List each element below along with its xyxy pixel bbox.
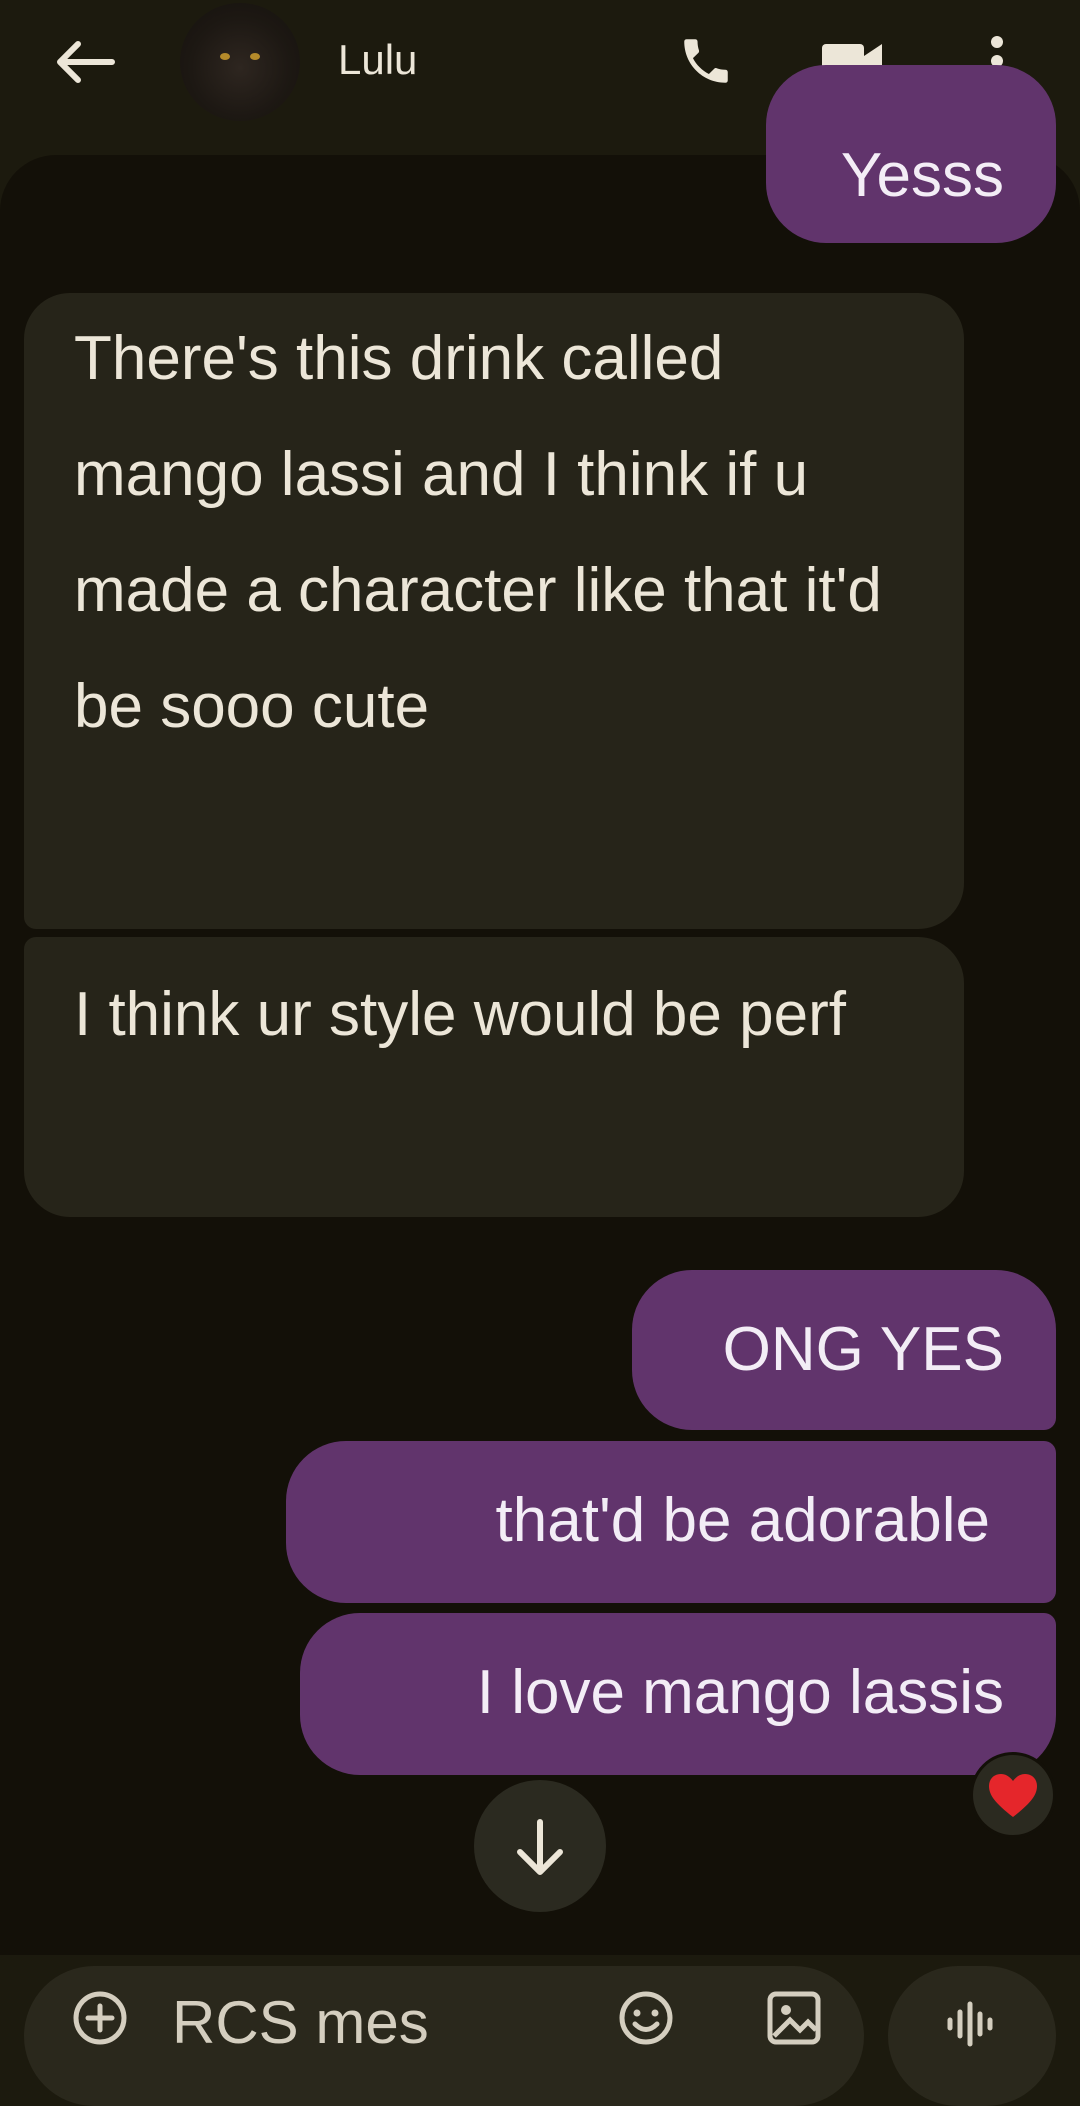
message-text: There's this drink called mango lassi an… <box>74 324 882 741</box>
contact-name[interactable]: Lulu <box>338 36 417 84</box>
message-input[interactable]: RCS mes <box>172 1988 429 2057</box>
message-bubble-incoming[interactable]: There's this drink called mango lassi an… <box>24 293 964 929</box>
avatar-eye <box>220 53 230 60</box>
message-text: I think ur style would be perf <box>74 980 846 1049</box>
message-bubble-outgoing[interactable]: that'd be adorable <box>286 1441 1056 1603</box>
emoji-icon[interactable] <box>616 1988 676 2048</box>
message-composer[interactable]: RCS mes <box>24 1966 864 2106</box>
phone-icon[interactable] <box>676 32 736 90</box>
message-text: I love mango lassis <box>476 1658 1004 1727</box>
arrow-left-icon[interactable] <box>52 38 116 86</box>
voice-message-button[interactable] <box>888 1966 1056 2106</box>
message-list[interactable]: Yesss There's this drink called mango la… <box>0 65 1080 1955</box>
message-bubble-outgoing[interactable]: ONG YES <box>632 1270 1056 1430</box>
avatar-eye <box>250 53 260 60</box>
message-text: ONG YES <box>722 1315 1004 1384</box>
heart-reaction-badge[interactable] <box>970 1752 1056 1838</box>
add-circle-icon[interactable] <box>70 1988 130 2048</box>
message-text: Yesss <box>840 141 1004 210</box>
contact-avatar[interactable] <box>180 3 300 121</box>
scroll-to-bottom-button[interactable] <box>474 1780 606 1912</box>
heart-icon <box>989 1774 1037 1817</box>
message-bubble-outgoing[interactable]: I love mango lassis <box>300 1613 1056 1775</box>
message-bubble-incoming[interactable]: I think ur style would be perf <box>24 937 964 1217</box>
voice-waveform-icon <box>947 2001 993 2047</box>
message-text: that'd be adorable <box>495 1486 990 1555</box>
message-bubble-outgoing[interactable]: Yesss <box>766 65 1056 243</box>
arrow-down-icon <box>517 1819 563 1875</box>
image-icon[interactable] <box>762 1986 826 2050</box>
